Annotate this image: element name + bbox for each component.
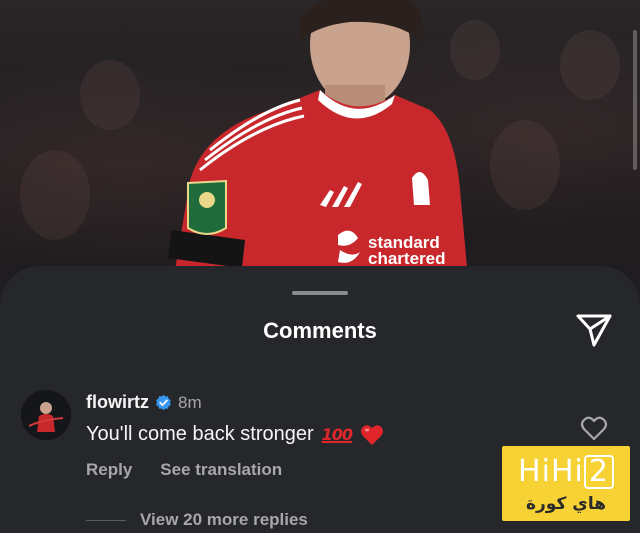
watermark-logo: HiHi 2 هاي كورة (502, 446, 630, 521)
post-photo: standard chartered (0, 0, 640, 300)
comment-time: 8m (178, 392, 202, 412)
player-figure (168, 0, 470, 300)
comment-text: You'll come back stronger (86, 423, 314, 445)
view-more-replies-label: View 20 more replies (140, 510, 308, 529)
comment-header: flowirtz 8m (86, 392, 202, 413)
sponsor-text: standard chartered (368, 234, 446, 268)
paper-plane-icon (576, 314, 612, 347)
watermark-subtitle: هاي كورة (525, 494, 607, 514)
avatar-image (21, 390, 71, 440)
hundred-points-emoji: 100 (321, 425, 353, 444)
avatar[interactable] (21, 390, 71, 440)
sheet-drag-handle[interactable] (292, 291, 348, 295)
see-translation-button[interactable]: See translation (160, 460, 282, 480)
heart-outline-icon (580, 416, 608, 441)
comment-body: You'll come back stronger 100 (86, 423, 384, 446)
sponsor-line-2: chartered (368, 249, 446, 268)
view-more-replies-button[interactable]: View 20 more replies (86, 510, 308, 530)
watermark-number: 2 (583, 455, 614, 489)
sheet-title: Comments (263, 318, 377, 343)
watermark-logo-text: HiHi 2 (502, 454, 630, 489)
verified-badge-icon (155, 394, 172, 411)
share-button[interactable] (574, 312, 614, 348)
like-button[interactable] (580, 415, 608, 441)
comment-actions: Reply See translation (86, 460, 282, 480)
scrollbar[interactable] (633, 30, 637, 170)
red-heart-emoji (360, 424, 384, 446)
reply-button[interactable]: Reply (86, 460, 132, 480)
replies-divider (86, 519, 126, 521)
comment-username[interactable]: flowirtz (86, 392, 149, 413)
watermark-prefix: HiHi (518, 454, 584, 489)
